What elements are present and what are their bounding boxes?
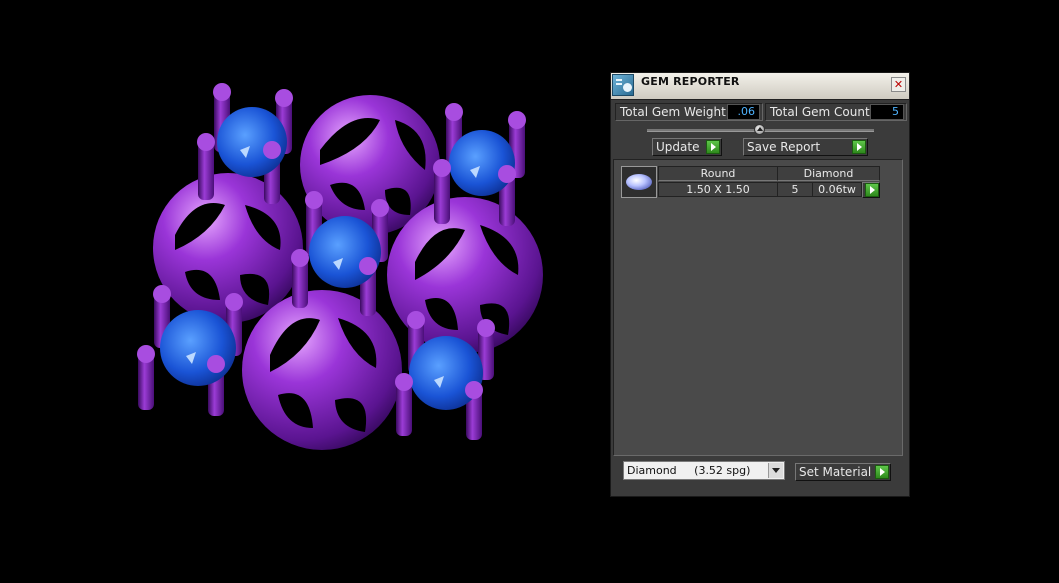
material-select-value: Diamond (3.52 spg): [627, 464, 751, 477]
close-icon[interactable]: ✕: [891, 77, 906, 92]
panel-titlebar[interactable]: GEM REPORTER ✕: [611, 73, 909, 100]
panel-title: GEM REPORTER: [641, 75, 740, 88]
jewelry-model: [137, 83, 543, 450]
play-arrow-icon: [865, 183, 879, 197]
material-select[interactable]: Diamond (3.52 spg): [623, 461, 785, 480]
gem-size-cell: 1.50 X 1.50: [658, 182, 778, 197]
play-arrow-icon: [706, 140, 720, 154]
set-material-button-label: Set Material: [799, 465, 872, 479]
gem-list[interactable]: Round Diamond 1.50 X 1.50 5 0.06tw: [613, 159, 903, 456]
gem-reporter-panel: GEM REPORTER ✕ Total Gem Weight .06 Tota…: [610, 72, 910, 497]
panel-slider-handle[interactable]: [754, 124, 765, 135]
dropdown-arrow-icon[interactable]: [768, 463, 783, 478]
total-gem-weight-value: .06: [727, 104, 760, 120]
gem-count-cell: 5: [777, 182, 813, 197]
gem-reporter-app-icon: [612, 74, 634, 96]
save-report-button[interactable]: Save Report: [743, 138, 868, 156]
dome-setting-bottom: [242, 290, 402, 450]
gem-icon: [626, 174, 652, 190]
total-gem-count-value: 5: [870, 104, 904, 120]
gem-shape-cell: Round: [658, 166, 778, 181]
save-report-button-label: Save Report: [747, 140, 821, 154]
play-arrow-icon: [852, 140, 866, 154]
set-material-button[interactable]: Set Material: [795, 463, 891, 481]
round-gem-thumbnail: [621, 166, 657, 198]
update-button-label: Update: [656, 140, 700, 154]
3d-viewport[interactable]: [0, 0, 600, 583]
gem-weight-cell: 0.06tw: [812, 182, 862, 197]
play-arrow-icon: [875, 465, 889, 479]
gem-material-cell: Diamond: [777, 166, 880, 181]
update-button[interactable]: Update: [652, 138, 722, 156]
gem-row-action-button[interactable]: [862, 182, 880, 198]
